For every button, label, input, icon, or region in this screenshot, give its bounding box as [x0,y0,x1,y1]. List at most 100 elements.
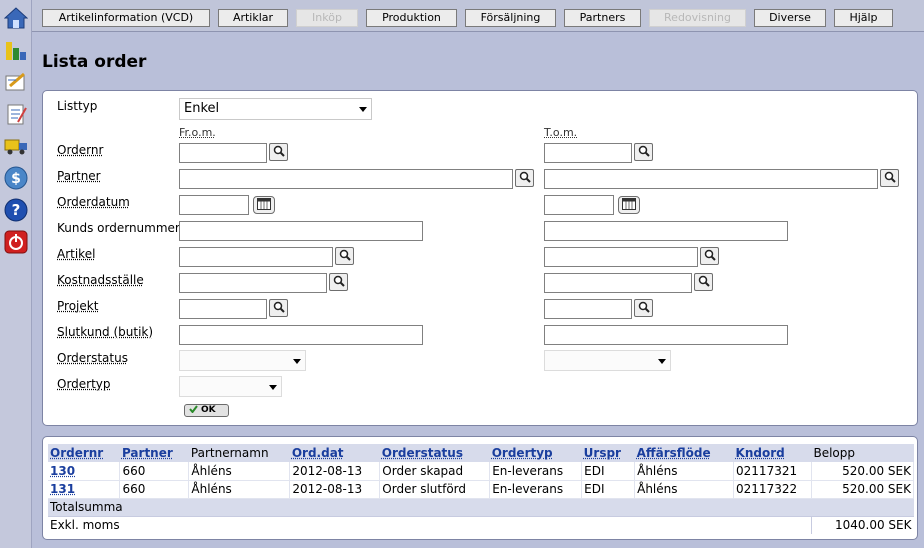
ordernr-from-search-button[interactable] [269,143,288,161]
cell-orderstatus: Order skapad [379,462,491,481]
cell-affarsflode: Åhléns [634,462,735,481]
ordernr-to-search-button[interactable] [634,143,653,161]
svg-text:$: $ [11,171,21,187]
cell-ordernr[interactable]: 131 [48,480,121,499]
projekt-from-search-button[interactable] [269,299,288,317]
dollar-icon[interactable]: $ [4,166,28,190]
ordernr-from-input[interactable] [179,143,267,163]
tab-forsaljning[interactable]: Försäljning [465,9,556,27]
orderdatum-to-input[interactable] [544,195,614,215]
magnifier-icon [273,145,285,160]
orderdatum-from-calendar-button[interactable] [253,196,275,214]
orderstatus-to-select[interactable] [544,350,671,371]
ordertyp-select[interactable] [179,376,282,397]
ok-button[interactable]: OK [184,404,229,417]
artikel-from-input[interactable] [179,247,333,267]
kunds-ordernummer-label: Kunds ordernummer [57,221,180,235]
partner-from-input[interactable] [179,169,513,189]
cell-ordertyp: En-leverans [489,462,583,481]
tab-hjalp[interactable]: Hjälp [834,9,893,27]
tab-produktion[interactable]: Produktion [366,9,457,27]
page-title: Lista order [42,52,147,72]
cell-ordernr[interactable]: 130 [48,462,121,481]
orderdatum-from-input[interactable] [179,195,249,215]
col-affarsflode[interactable]: Affärsflöde [635,444,734,462]
kostnadsstalle-label[interactable]: Kostnadsställe [57,273,144,287]
results-panel: Ordernr Partner Partnernamn Ord.dat Orde… [42,436,918,540]
kostnadsstalle-from-input[interactable] [179,273,327,293]
order-table: Ordernr Partner Partnernamn Ord.dat Orde… [48,444,915,534]
slutkund-to-input[interactable] [544,325,788,345]
projekt-to-search-button[interactable] [634,299,653,317]
magnifier-icon [704,249,716,264]
edit-icon[interactable] [4,70,28,94]
partner-to-search-button[interactable] [880,169,899,187]
orderstatus-label[interactable]: Orderstatus [57,351,128,365]
cell-belopp: 520.00 SEK [811,462,915,481]
artikel-from-search-button[interactable] [335,247,354,265]
projekt-to-input[interactable] [544,299,632,319]
help-icon[interactable]: ? [4,198,28,222]
table-row: 130 660 Åhléns 2012-08-13 Order skapad E… [48,462,915,481]
chevron-down-icon [269,385,277,390]
tab-diverse[interactable]: Diverse [754,9,826,27]
tab-artiklar[interactable]: Artiklar [218,9,288,27]
kostnadsstalle-to-search-button[interactable] [694,273,713,291]
notepad-icon[interactable] [4,102,28,126]
col-partner[interactable]: Partner [120,444,189,462]
tab-redovisning: Redovisning [649,9,746,27]
chart-icon[interactable] [4,38,28,62]
home-icon[interactable] [4,6,28,30]
cell-orddat: 2012-08-13 [289,480,381,499]
col-urspr[interactable]: Urspr [582,444,635,462]
col-orderstatus[interactable]: Orderstatus [380,444,490,462]
artikel-to-input[interactable] [544,247,698,267]
truck-icon[interactable] [4,134,28,158]
cell-partnernamn: Åhléns [188,480,291,499]
checkmark-icon [189,404,198,417]
orderstatus-from-select[interactable] [179,350,306,371]
table-header-row: Ordernr Partner Partnernamn Ord.dat Orde… [48,444,914,462]
artikel-label[interactable]: Artikel [57,247,95,261]
cell-orderstatus: Order slutförd [379,480,491,499]
total-row: Totalsumma [48,498,914,516]
col-ordertyp[interactable]: Ordertyp [490,444,582,462]
partner-label[interactable]: Partner [57,169,101,183]
slutkund-label[interactable]: Slutkund (butik) [57,325,153,339]
from-header: Fr.o.m. [179,126,216,139]
topbar-divider [32,31,924,32]
cell-belopp: 520.00 SEK [811,480,915,499]
calendar-icon [622,197,636,213]
tab-artikelinformation[interactable]: Artikelinformation (VCD) [42,9,210,27]
listtyp-label: Listtyp [57,99,98,113]
orderdatum-label[interactable]: Orderdatum [57,195,130,209]
projekt-from-input[interactable] [179,299,267,319]
artikel-to-search-button[interactable] [700,247,719,265]
col-ordernr[interactable]: Ordernr [48,444,120,462]
col-kndord[interactable]: Kndord [734,444,812,462]
kostnadsstalle-to-input[interactable] [544,273,692,293]
partner-from-search-button[interactable] [515,169,534,187]
magnifier-icon [519,171,531,186]
listtyp-select[interactable]: Enkel [179,98,372,120]
power-icon[interactable] [4,230,28,254]
chevron-down-icon [359,107,367,112]
ordernr-to-input[interactable] [544,143,632,163]
cell-affarsflode: Åhléns [634,480,735,499]
col-orddat[interactable]: Ord.dat [290,444,380,462]
cell-partner: 660 [119,462,190,481]
projekt-label[interactable]: Projekt [57,299,98,313]
kunds-ordernummer-to-input[interactable] [544,221,788,241]
to-header: T.o.m. [544,126,578,139]
slutkund-from-input[interactable] [179,325,423,345]
kostnadsstalle-from-search-button[interactable] [329,273,348,291]
partner-to-input[interactable] [544,169,878,189]
ordernr-label[interactable]: Ordernr [57,143,103,157]
ordertyp-label[interactable]: Ordertyp [57,377,111,391]
magnifier-icon [638,301,650,316]
magnifier-icon [339,249,351,264]
tab-partners[interactable]: Partners [564,9,641,27]
kunds-ordernummer-from-input[interactable] [179,221,423,241]
orderdatum-to-calendar-button[interactable] [618,196,640,214]
chevron-down-icon [293,359,301,364]
